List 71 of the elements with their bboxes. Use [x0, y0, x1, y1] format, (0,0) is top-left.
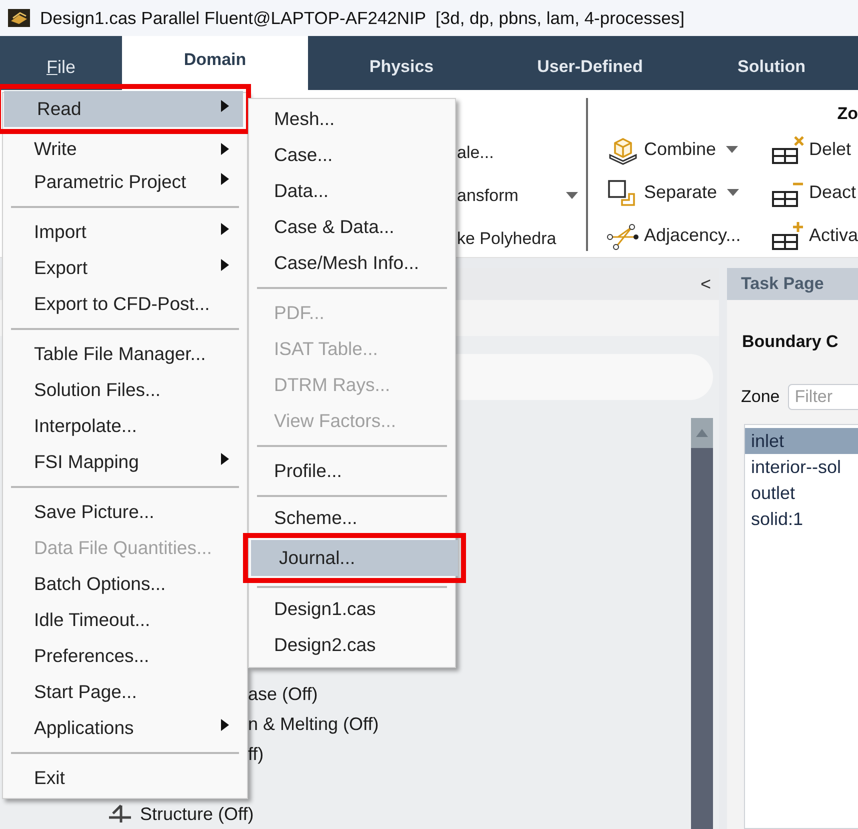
menu-item[interactable]: Data... [249, 173, 455, 209]
scroll-up-icon [696, 429, 708, 437]
list-item[interactable]: interior--sol [745, 454, 858, 480]
ribbon-tab[interactable]: Domain [122, 36, 308, 90]
submenu-arrow-icon [221, 453, 229, 465]
ribbon-command[interactable]: ansform [457, 186, 518, 206]
structure-icon [108, 804, 132, 824]
submenu-arrow-icon [221, 143, 229, 155]
menu-item[interactable]: Solution Files... [3, 372, 247, 408]
menu-item[interactable]: Batch Options... [3, 566, 247, 602]
menu-item[interactable]: Interpolate... [3, 408, 247, 444]
ribbon-command[interactable]: Separate [600, 171, 765, 214]
panel-title: Task Page [741, 274, 824, 294]
submenu-arrow-icon [221, 719, 229, 731]
menu-item[interactable]: Case/Mesh Info... [249, 245, 455, 281]
ribbon-command[interactable]: ke Polyhedra [457, 228, 556, 248]
menu-item[interactable]: Exit [3, 760, 247, 796]
menu-item[interactable]: Profile... [249, 453, 455, 489]
scrollbar[interactable] [691, 418, 713, 829]
menu-item[interactable]: Design2.cas [249, 627, 455, 663]
menu-item[interactable]: Mesh... [249, 101, 455, 137]
menu-item[interactable]: Journal... [251, 540, 458, 576]
tree-item[interactable]: ase (Off) [248, 684, 318, 704]
list-item[interactable]: solid:1 [745, 506, 858, 532]
menu-item[interactable]: Start Page... [3, 674, 247, 710]
ribbon-command[interactable]: Combine [600, 128, 765, 171]
tree-item[interactable]: Structure (Off) [140, 804, 254, 824]
window-title: Design1.cas Parallel Fluent@LAPTOP-AF242NIP [3d, dp, pbns, lam, 4-processes] [40, 8, 685, 28]
menu-item[interactable]: Preferences... [3, 638, 247, 674]
submenu-arrow-icon [221, 100, 229, 112]
submenu-arrow-icon [221, 259, 229, 271]
group-title: Zo [837, 104, 858, 124]
list-item[interactable]: inlet [745, 428, 858, 454]
menu-item[interactable]: Read [4, 91, 243, 127]
section-heading: Boundary C [741, 331, 840, 352]
dropdown-caret-icon [726, 146, 738, 153]
menu-item[interactable]: Case & Data... [249, 209, 455, 245]
ribbon-command[interactable]: Adjacency... [600, 214, 765, 257]
menu-item[interactable]: Import [3, 214, 247, 250]
menu-item[interactable]: FSI Mapping [3, 444, 247, 480]
menu-item[interactable]: Table File Manager... [3, 336, 247, 372]
ribbon-tab[interactable]: Solution [685, 36, 858, 90]
menu-item[interactable]: Save Picture... [3, 494, 247, 530]
ribbon-command[interactable]: Deact [765, 171, 858, 214]
submenu-arrow-icon [221, 223, 229, 235]
collapse-button[interactable]: < [696, 274, 715, 294]
menu-item[interactable]: Parametric Project [3, 164, 247, 200]
menu-item[interactable]: Idle Timeout... [3, 602, 247, 638]
grid-plus-icon [771, 220, 805, 250]
filter-field[interactable]: Filter [788, 384, 858, 410]
ribbon-tab[interactable]: User-Defined [495, 36, 685, 90]
menu-item[interactable]: Export [3, 250, 247, 286]
tree-item[interactable]: ff) [248, 744, 264, 764]
tree-item[interactable]: n & Melting (Off) [248, 714, 379, 734]
field-label: Zone [741, 387, 780, 407]
ribbon-command[interactable]: ale... [457, 142, 494, 162]
menu-item[interactable]: Write [3, 134, 247, 164]
grid-delete-icon [771, 134, 805, 164]
submenu-arrow-icon [221, 173, 229, 185]
ribbon-command[interactable]: Activa [765, 214, 858, 257]
ribbon-tab[interactable]: File [0, 36, 122, 90]
menu-item[interactable]: Design1.cas [249, 591, 455, 627]
menu-item[interactable]: Export to CFD-Post... [3, 286, 247, 322]
menu-item[interactable]: Case... [249, 137, 455, 173]
list-item[interactable]: outlet [745, 480, 858, 506]
menu-item[interactable]: Applications [3, 710, 247, 746]
menu-item[interactable]: Scheme... [249, 503, 455, 533]
ribbon-tab[interactable]: Physics [308, 36, 495, 90]
dropdown-caret-icon [727, 189, 740, 196]
ribbon-command[interactable]: Delet [765, 128, 858, 171]
app-logo-icon [8, 9, 30, 27]
